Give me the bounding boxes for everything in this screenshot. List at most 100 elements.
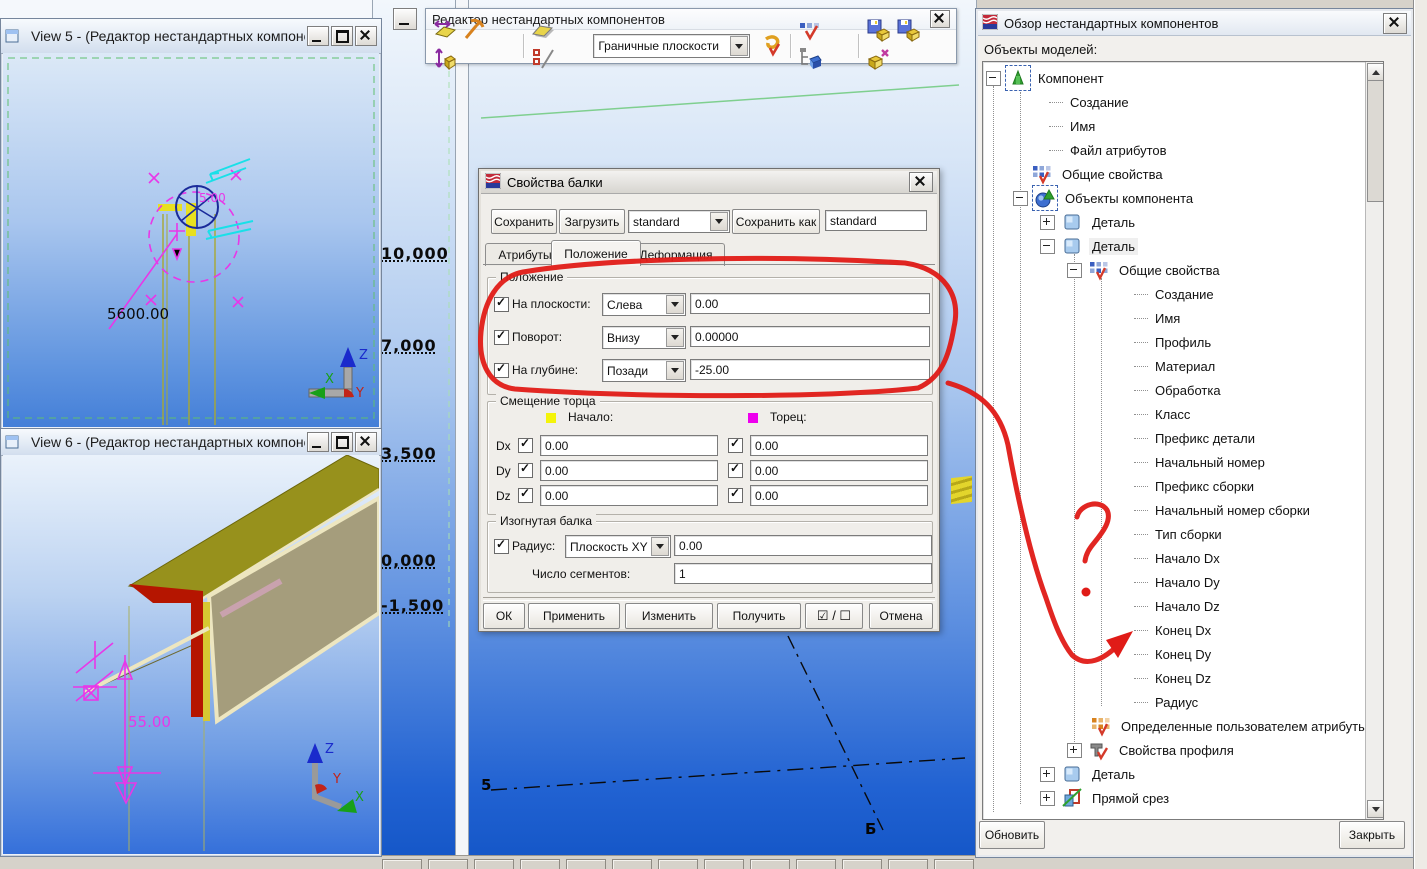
tree-expander-plus-icon[interactable]: [1067, 743, 1082, 758]
tree-item-label[interactable]: Прямой срез: [1089, 790, 1172, 807]
tree-item[interactable]: Радиус: [983, 690, 1365, 714]
dz-start-checkbox[interactable]: [518, 488, 533, 503]
tree-expander-minus-icon[interactable]: [1067, 263, 1082, 278]
toggle-all-checkboxes-button[interactable]: ☑ / ☐: [805, 603, 863, 629]
tree-item[interactable]: Имя: [983, 114, 1365, 138]
tree-item-label[interactable]: Префикс сборки: [1152, 478, 1257, 495]
tree-expander-plus-icon[interactable]: [1040, 215, 1055, 230]
dz-end-checkbox[interactable]: [728, 488, 743, 503]
tree-item[interactable]: Начало Dy: [983, 570, 1365, 594]
tree-item-label[interactable]: Профиль: [1152, 334, 1214, 351]
objects-check-icon[interactable]: [797, 17, 823, 43]
tree-item-label[interactable]: Деталь: [1089, 214, 1138, 231]
on-plane-input[interactable]: [690, 293, 930, 314]
apply-button[interactable]: Применить: [528, 603, 620, 629]
radius-plane-dropdown[interactable]: Плоскость XY: [565, 535, 671, 558]
plane-type-dropdown[interactable]: Граничные плоскости: [593, 34, 749, 58]
profile-select[interactable]: standard: [628, 210, 730, 233]
close-button[interactable]: [930, 10, 950, 28]
dx-start-input[interactable]: [540, 435, 718, 456]
tree-expander-minus-icon[interactable]: [986, 71, 1001, 86]
save-button[interactable]: Сохранить: [491, 209, 557, 234]
tree-item[interactable]: Деталь: [983, 234, 1365, 258]
dz-start-input[interactable]: [540, 485, 718, 506]
tree-item[interactable]: Префикс сборки: [983, 474, 1365, 498]
tree-item[interactable]: Прямой срез: [983, 786, 1365, 810]
tree-item[interactable]: Начальный номер: [983, 450, 1365, 474]
tree-item[interactable]: Свойства профиля: [983, 738, 1365, 762]
dy-end-input[interactable]: [750, 460, 928, 481]
rotation-checkbox[interactable]: [494, 330, 509, 345]
rotation-dropdown[interactable]: Внизу: [602, 326, 686, 349]
ok-button[interactable]: ОК: [483, 603, 525, 629]
dx-start-checkbox[interactable]: [518, 438, 533, 453]
tree-item[interactable]: Деталь: [983, 210, 1365, 234]
tree-item[interactable]: Имя: [983, 306, 1365, 330]
dx-end-checkbox[interactable]: [728, 438, 743, 453]
tree-item-label[interactable]: Конец Dx: [1152, 622, 1214, 639]
tree-item-label[interactable]: Общие свойства: [1059, 166, 1166, 183]
dy-start-input[interactable]: [540, 460, 718, 481]
rotation-input[interactable]: [690, 326, 930, 347]
chevron-down-icon[interactable]: [666, 328, 684, 347]
at-depth-checkbox[interactable]: [494, 363, 509, 378]
dx-end-input[interactable]: [750, 435, 928, 456]
tree-item-label[interactable]: Обработка: [1152, 382, 1224, 399]
tree-item-label[interactable]: Общие свойства: [1116, 262, 1223, 279]
tree-item[interactable]: Начальный номер сборки: [983, 498, 1365, 522]
tree-item-label[interactable]: Объекты компонента: [1062, 190, 1196, 207]
tree-item[interactable]: Объекты компонента: [983, 186, 1365, 210]
tree-item[interactable]: Конец Dy: [983, 642, 1365, 666]
dy-end-checkbox[interactable]: [728, 463, 743, 478]
tree-item[interactable]: Начало Dx: [983, 546, 1365, 570]
at-depth-dropdown[interactable]: Позади: [602, 359, 686, 382]
dy-start-checkbox[interactable]: [518, 463, 533, 478]
save-as-input[interactable]: [825, 210, 927, 231]
view6-canvas[interactable]: Z Y X 55.00: [3, 455, 379, 854]
save-component-icon[interactable]: [865, 17, 891, 43]
tree-item-label[interactable]: Определенные пользователем атрибуты: [1118, 718, 1370, 735]
tree-item[interactable]: Общие свойства: [983, 162, 1365, 186]
delete-component-icon[interactable]: [865, 46, 891, 72]
close-button[interactable]: [355, 26, 377, 46]
chevron-down-icon[interactable]: [666, 361, 684, 380]
panel-titlebar[interactable]: Обзор нестандартных компонентов: [978, 11, 1411, 36]
tree-item-label[interactable]: Начало Dx: [1152, 550, 1223, 567]
tree-item[interactable]: Создание: [983, 90, 1365, 114]
save-as-component-icon[interactable]: [895, 17, 921, 43]
chevron-down-icon[interactable]: [651, 537, 669, 556]
tree-item[interactable]: Класс: [983, 402, 1365, 426]
tree-item[interactable]: Файл атрибутов: [983, 138, 1365, 162]
tab-deformation[interactable]: Деформация: [627, 243, 725, 266]
tree-item[interactable]: Создание: [983, 282, 1365, 306]
scroll-down-icon[interactable]: [1367, 800, 1384, 818]
scroll-thumb[interactable]: [1367, 80, 1384, 202]
dialog-titlebar[interactable]: Свойства балки: [481, 171, 937, 194]
tree-item[interactable]: Тип сборки: [983, 522, 1365, 546]
tree-item-label[interactable]: Материал: [1152, 358, 1218, 375]
plane-icon[interactable]: [530, 17, 556, 43]
pick-hammer-icon[interactable]: [462, 17, 488, 43]
get-button[interactable]: Получить: [717, 603, 801, 629]
tree-item[interactable]: Компонент: [983, 66, 1365, 90]
close-panel-button[interactable]: Закрыть: [1339, 821, 1405, 849]
tree-item-label[interactable]: Начальный номер сборки: [1152, 502, 1313, 519]
tree-item[interactable]: Начало Dz: [983, 594, 1365, 618]
tree-item[interactable]: Материал: [983, 354, 1365, 378]
close-button[interactable]: [909, 172, 933, 192]
on-plane-checkbox[interactable]: [494, 297, 509, 312]
on-plane-dropdown[interactable]: Слева: [602, 293, 686, 316]
dimension-icon[interactable]: [432, 46, 458, 72]
close-button[interactable]: [1383, 13, 1407, 34]
tree-item-label[interactable]: Начальный номер: [1152, 454, 1268, 471]
load-button[interactable]: Загрузить: [559, 209, 625, 234]
maximize-button[interactable]: [331, 26, 353, 46]
tree-item-label[interactable]: Свойства профиля: [1116, 742, 1237, 759]
modify-button[interactable]: Изменить: [625, 603, 713, 629]
update-button[interactable]: Обновить: [979, 821, 1045, 849]
tree-item-label[interactable]: Компонент: [1035, 70, 1107, 87]
tree-expander-minus-icon[interactable]: [1040, 239, 1055, 254]
tree-item[interactable]: Конец Dx: [983, 618, 1365, 642]
tree-item-label[interactable]: Деталь: [1089, 766, 1138, 783]
cancel-button[interactable]: Отмена: [869, 603, 933, 629]
